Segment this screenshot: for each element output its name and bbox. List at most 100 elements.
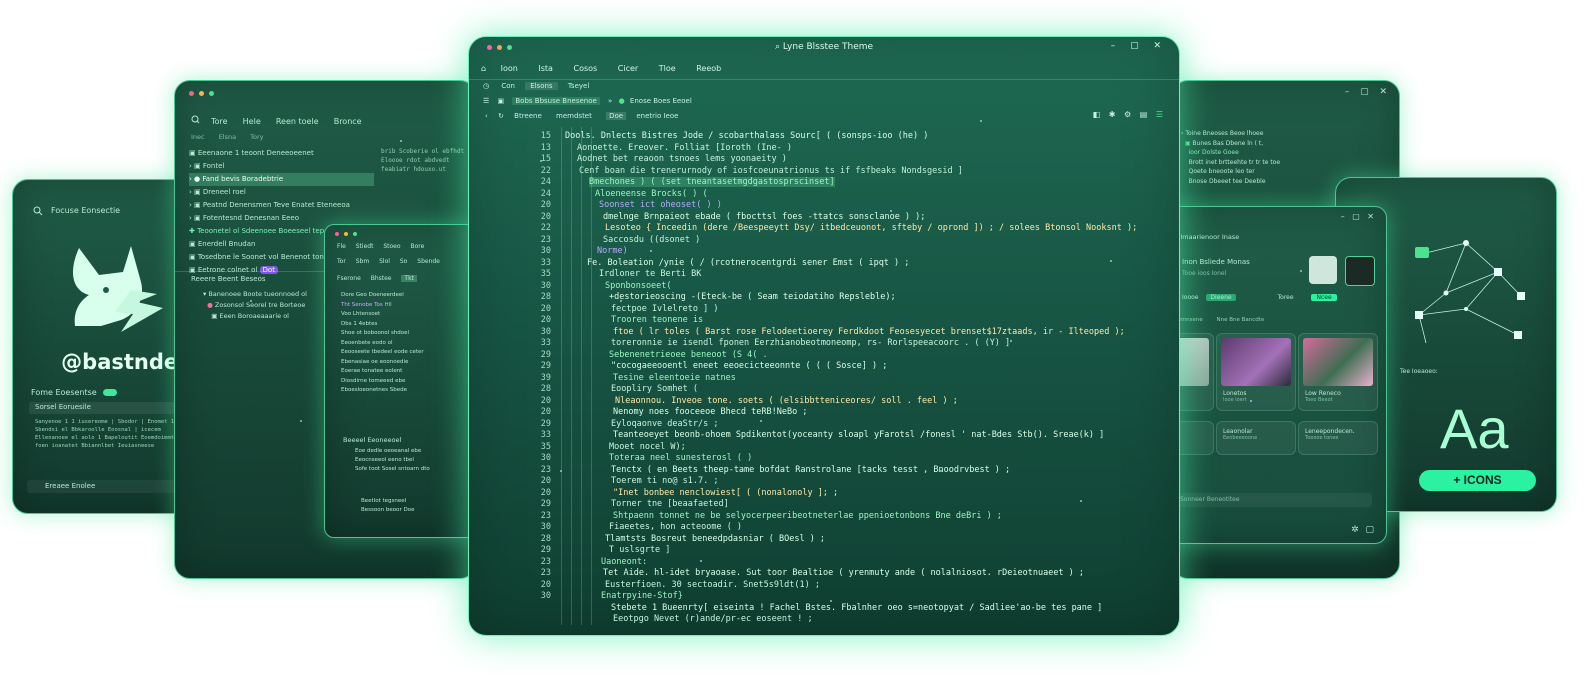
maximize-icon[interactable]: ▢ [1130,41,1139,51]
media-card[interactable]: Leneepondecen. Toeooe tonee [1298,421,1378,455]
menu-item[interactable]: Tore [211,117,227,126]
filter-item[interactable]: Nne Bne Bancdte [1216,317,1264,323]
toolbar-item[interactable]: memdstet [556,112,592,120]
list-icon[interactable]: ☰ [483,97,489,105]
close-icon[interactable]: ✕ [1153,41,1161,51]
menu-item[interactable]: Stiedt [356,243,374,250]
tree-item[interactable]: Bnose Dbeeet tee Deeble [1181,177,1280,187]
tab[interactable]: Fserone [337,275,361,282]
pill-button[interactable]: Ncee [1311,294,1337,301]
breadcrumb-item[interactable]: Bobs Bbsuse Bnesenoe [512,97,600,105]
back-icon[interactable]: ‹ [485,112,488,120]
list-item[interactable]: Voo Lhtensoet [341,310,424,320]
list-item[interactable]: Eeooseete tbedeel eode ceter [341,348,424,358]
list-item[interactable]: Shoe ot boboonol shdoel [341,329,424,339]
home-icon[interactable]: ⌂ [481,64,486,73]
sub-item[interactable]: ▣ Eeen Boroaeaaarie ol [203,311,307,322]
toggle-switch[interactable] [102,389,117,396]
menu-item[interactable]: Hele [243,117,261,126]
app-icon-tile[interactable] [1309,256,1337,284]
tab[interactable]: Tory [250,133,263,141]
list-item[interactable]: Eoe dedle oeoeanal ebe [355,447,430,456]
list-item[interactable]: Dbs 1 4ebtes [341,320,424,330]
maximize-dot[interactable] [353,232,357,236]
minimize-icon[interactable]: – [1341,212,1345,221]
chip[interactable]: Dieene [1206,294,1236,301]
breadcrumb-item[interactable]: Enose Boes Eeoel [630,97,692,105]
qr-icon-tile[interactable] [1345,256,1375,286]
split-editor-icon[interactable]: ◧ [1093,110,1101,119]
tree-item-selected[interactable]: › ● Fand bevis Boradebtrie [189,173,374,186]
minimize-icon[interactable]: – [1111,41,1116,51]
settings-icon[interactable]: ✲ [1351,525,1359,535]
tree-item[interactable]: › Toine Bneoses Beoe lhoee [1181,129,1280,139]
menu-item[interactable]: Reeob [696,64,721,73]
maximize-icon[interactable]: ▢ [1360,87,1369,97]
list-item[interactable]: Diosdirne tomeeed ebe [341,377,424,387]
search-icon[interactable] [191,115,200,124]
toolbar-item[interactable]: Sbm [356,258,369,265]
tab[interactable]: Inec [191,133,205,141]
media-footer[interactable]: Sonneer Beneotitee [1168,493,1372,507]
menu-item[interactable]: Fle [337,243,346,250]
menu-item[interactable]: Bore [410,243,424,250]
tree-item[interactable]: Brott inet brtteehte tr tr te toe [1181,158,1280,168]
maximize-dot[interactable] [209,91,214,96]
tree-item[interactable]: ▣ Bunes Bas Dbene ln ( t, [1181,139,1280,149]
media-card[interactable]: Leaonolar Eenbeeeoone [1216,421,1296,455]
settings-icon[interactable]: ⚙ [1124,110,1131,119]
menu-item[interactable]: Tloe [659,64,676,73]
chip[interactable]: Ioooe [1182,294,1198,301]
tab[interactable]: Elsna [219,133,236,141]
menu-item[interactable]: Ista [538,64,553,73]
tab[interactable]: Con [501,82,515,90]
list-item[interactable]: Eoerae tonatee eolent [341,367,424,377]
icons-badge[interactable]: + ICONS [1419,470,1536,491]
tab-active[interactable]: Elsons [525,82,558,90]
media-card[interactable]: Low Reneco Toeo Beeot [1298,333,1378,411]
sub-item[interactable]: ▾ Banenoee Boote tueonnoed ol [203,289,307,300]
tree-item[interactable]: › ▣ Peatnd Denensmen Teve Enatet Eteneeo… [189,199,374,212]
menu-item[interactable]: Bronce [334,117,362,126]
close-dot[interactable] [189,91,194,96]
list-item[interactable]: Sofe toot Sosel sntoarn dto [355,465,430,474]
tree-item[interactable]: Qoete bneoote leo ter [1181,167,1280,177]
tab-active[interactable]: Tkt [401,275,417,282]
list-item[interactable]: Dore Geo Doeneerdeel [341,291,424,301]
menu-icon[interactable]: ☰ [1156,110,1163,119]
toolbar-item[interactable]: Slol [379,258,390,265]
menu-item[interactable]: Stoeo [383,243,400,250]
tree-item[interactable]: ioor Dolste Goee [1181,148,1280,158]
list-item[interactable]: Ebenasiae oe eoonoedie [341,358,424,368]
sub-item[interactable]: ● Zosonsol Seorel tre Borteoe [203,300,307,311]
list-item[interactable]: Eeocnseeol eeno tbel [355,456,430,465]
list-item[interactable]: Tht Senobe Tos Hll [341,301,424,311]
layout-icon[interactable]: ▤ [1140,110,1148,119]
toolbar-item[interactable]: So [400,258,407,265]
minimize-icon[interactable]: – [1345,87,1350,97]
list-item[interactable]: Eboesloeonetnes Sbede [341,386,424,396]
tree-item[interactable]: ▣ Eeenaone 1 teoont Deneeoeenet [189,147,374,160]
maximize-icon[interactable]: ▢ [1352,212,1360,221]
list-item[interactable]: Eeoenbete eodo ol [341,339,424,349]
toolbar-item[interactable]: Sbende [417,258,440,265]
split-icon[interactable]: ▣ [498,97,505,105]
close-dot[interactable] [335,232,339,236]
menu-item[interactable]: Reen toele [276,117,319,126]
close-icon[interactable]: ✕ [1379,87,1387,97]
media-card[interactable]: Lonetos Iooe ioert [1216,333,1296,411]
list-item[interactable]: Bessoon beoor Doe [361,506,414,515]
clock-icon[interactable]: ◷ [483,82,489,90]
code-editor[interactable]: 15 Dools. Dnlects Bistres Jode / scobarth… [469,127,1179,629]
minimize-dot[interactable] [199,91,204,96]
tab[interactable]: Tseyel [568,82,589,90]
tree-item[interactable]: › ▣ Fontel [189,160,374,173]
refresh-icon[interactable]: ↻ [498,112,504,120]
toolbar-item[interactable]: Tor [337,258,346,265]
close-icon[interactable]: ✕ [1367,212,1374,221]
toolbar-item[interactable]: Doe [606,112,627,120]
bug-icon[interactable]: ✱ [1109,110,1116,119]
window-icon[interactable]: ▢ [1365,525,1374,535]
menu-item[interactable]: Ioon [501,64,518,73]
toolbar-item[interactable]: enetrio Ieoe [636,112,678,120]
